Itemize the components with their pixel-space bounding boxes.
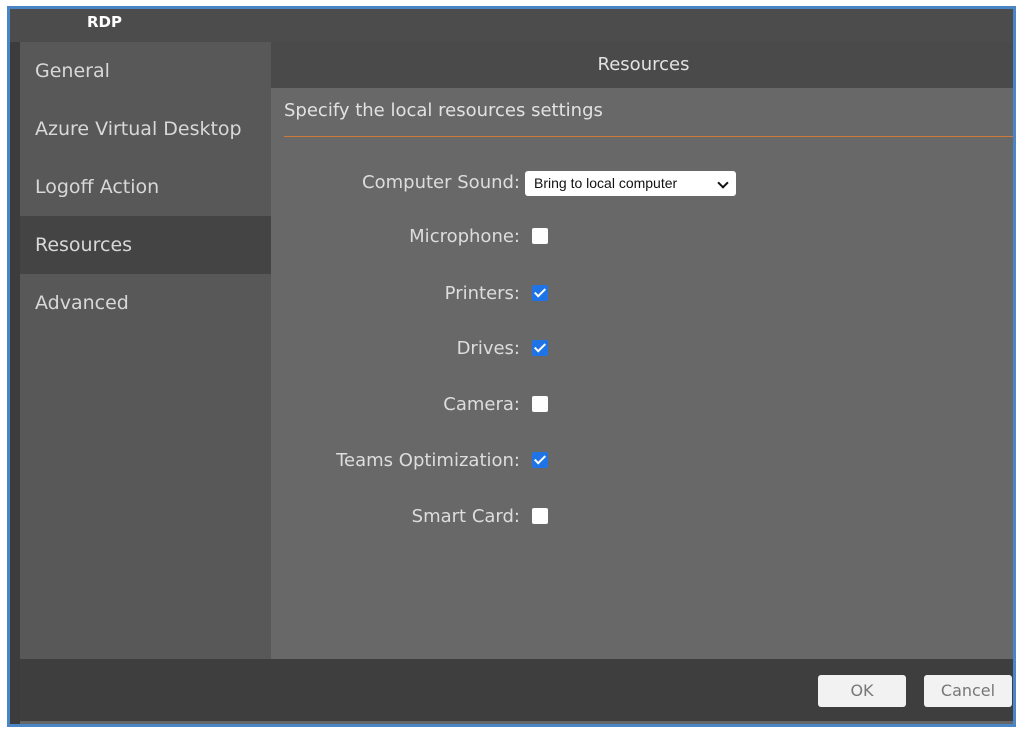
computer-sound-select[interactable]: Bring to local computer [525, 171, 736, 196]
window-title: RDP [87, 13, 122, 31]
option-row: Drives: [271, 334, 1013, 364]
section-divider [284, 136, 1013, 137]
sidebar-item-general[interactable]: General [20, 42, 271, 100]
computer-sound-row: Computer Sound: Bring to local computer [271, 168, 1013, 198]
bottom-strip [20, 721, 1013, 724]
smart-card-checkbox[interactable] [532, 508, 548, 524]
option-row: Teams Optimization: [271, 446, 1013, 476]
option-row: Microphone: [271, 222, 1013, 252]
smart-card-label: Smart Card: [411, 506, 520, 527]
dialog-footer: OK Cancel [20, 659, 1013, 721]
sidebar-item-advanced[interactable]: Advanced [20, 274, 271, 332]
drives-label: Drives: [456, 338, 520, 359]
option-row: Printers: [271, 279, 1013, 309]
camera-label: Camera: [443, 394, 520, 415]
cancel-button[interactable]: Cancel [924, 675, 1012, 707]
microphone-label: Microphone: [409, 226, 520, 247]
chevron-down-icon [717, 177, 729, 189]
option-row: Camera: [271, 390, 1013, 420]
option-row: Smart Card: [271, 502, 1013, 532]
teams-optimization-checkbox[interactable] [532, 452, 548, 468]
sidebar: General Azure Virtual Desktop Logoff Act… [20, 42, 271, 659]
sidebar-item-resources[interactable]: Resources [20, 216, 271, 274]
computer-sound-value: Bring to local computer [534, 175, 678, 191]
printers-checkbox[interactable] [532, 285, 548, 301]
camera-checkbox[interactable] [532, 396, 548, 412]
section-subtitle: Specify the local resources settings [284, 100, 603, 121]
printers-label: Printers: [444, 283, 520, 304]
title-bar[interactable]: RDP [10, 9, 1013, 42]
rdp-settings-window: RDP General Azure Virtual Desktop Logoff… [7, 6, 1016, 727]
sidebar-item-azure-virtual-desktop[interactable]: Azure Virtual Desktop [20, 100, 271, 158]
teams-optimization-label: Teams Optimization: [336, 450, 520, 471]
main-panel: Resources Specify the local resources se… [271, 42, 1013, 659]
microphone-checkbox[interactable] [532, 228, 548, 244]
drives-checkbox[interactable] [532, 340, 548, 356]
computer-sound-label: Computer Sound: [362, 172, 520, 193]
sidebar-item-logoff-action[interactable]: Logoff Action [20, 158, 271, 216]
ok-button[interactable]: OK [818, 675, 906, 707]
page-title: Resources [271, 42, 1013, 88]
